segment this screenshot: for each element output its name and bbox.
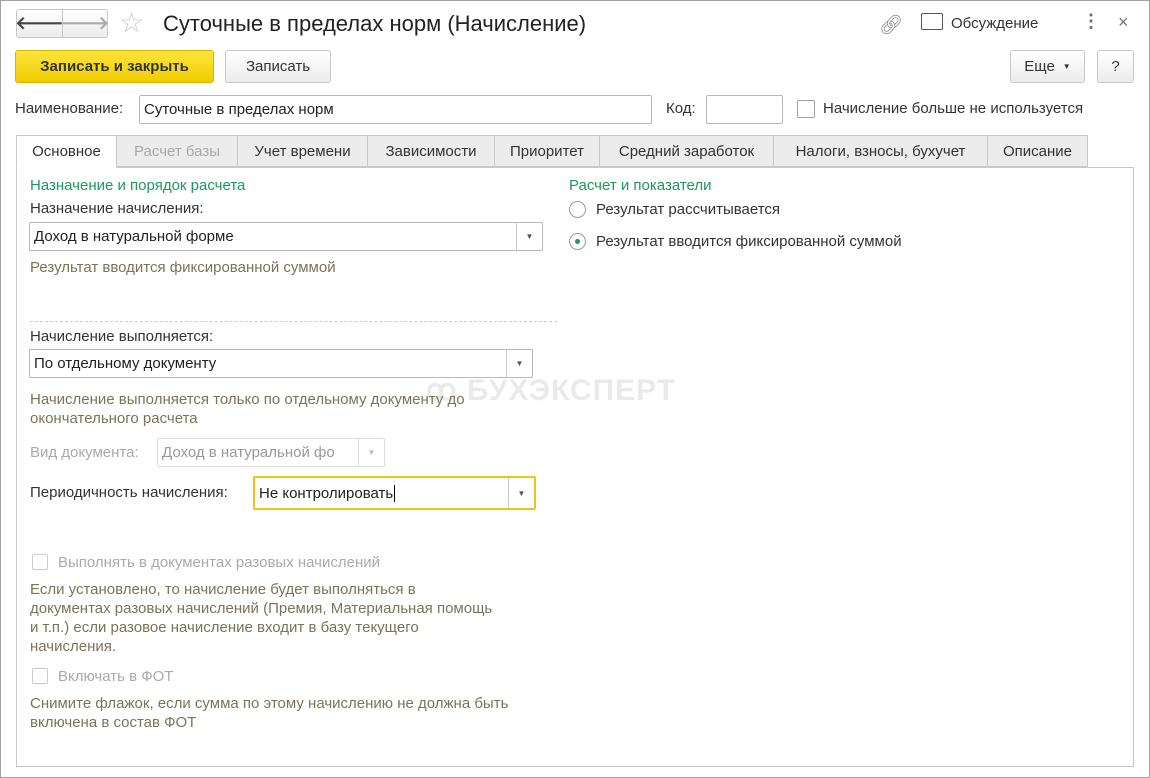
forward-button[interactable]: 🡒 bbox=[60, 9, 110, 38]
doc-kind-select: Доход в натуральной фо ▼ bbox=[157, 438, 385, 467]
more-button[interactable]: Еще ▼ bbox=[1010, 50, 1085, 83]
radio-fixed[interactable] bbox=[569, 233, 586, 250]
fot-hint: Снимите флажок, если сумма по этому начи… bbox=[30, 695, 509, 731]
discussion-icon[interactable] bbox=[921, 13, 943, 30]
radio-calculated[interactable] bbox=[569, 201, 586, 218]
purpose-label: Назначение начисления: bbox=[30, 200, 204, 217]
star-icon[interactable]: ☆ bbox=[119, 6, 144, 39]
dropdown-arrow-icon[interactable]: ▼ bbox=[508, 478, 534, 508]
dropdown-arrow-icon[interactable]: ▼ bbox=[506, 350, 532, 377]
tab-base-calc[interactable]: Расчет базы bbox=[116, 135, 238, 167]
executed-hint: Начисление выполняется только по отдельн… bbox=[30, 391, 465, 427]
chevron-down-icon: ▼ bbox=[1062, 62, 1071, 71]
doc-kind-label: Вид документа: bbox=[30, 444, 139, 461]
back-button[interactable]: 🡐 bbox=[15, 9, 64, 38]
fot-label: Включать в ФОТ bbox=[58, 668, 174, 685]
tab-dependencies[interactable]: Зависимости bbox=[367, 135, 495, 167]
fot-checkbox[interactable] bbox=[32, 668, 48, 684]
tab-panel bbox=[16, 167, 1134, 767]
separator bbox=[30, 321, 557, 322]
onetime-checkbox[interactable] bbox=[32, 554, 48, 570]
onetime-label: Выполнять в документах разовых начислени… bbox=[58, 554, 380, 571]
unused-checkbox[interactable] bbox=[797, 100, 815, 118]
more-label: Еще bbox=[1024, 58, 1055, 75]
section-title-purpose: Назначение и порядок расчета bbox=[30, 177, 246, 194]
tab-time[interactable]: Учет времени bbox=[237, 135, 368, 167]
tab-description[interactable]: Описание bbox=[987, 135, 1088, 167]
unused-label: Начисление больше не используется bbox=[823, 100, 1084, 117]
code-input[interactable] bbox=[706, 95, 783, 124]
name-label: Наименование: bbox=[15, 100, 124, 117]
purpose-select[interactable]: Доход в натуральной форме ▼ bbox=[29, 222, 543, 251]
executed-select[interactable]: По отдельному документу ▼ bbox=[29, 349, 533, 378]
tab-priority[interactable]: Приоритет bbox=[494, 135, 600, 167]
radio-fixed-label: Результат вводится фиксированной суммой bbox=[596, 233, 902, 250]
arrow-left-icon: 🡐 bbox=[15, 13, 64, 33]
more-vert-icon[interactable]: ⋮ bbox=[1082, 11, 1100, 32]
form-window: 🡐 🡒 ☆ Суточные в пределах норм (Начислен… bbox=[0, 0, 1150, 778]
purpose-hint: Результат вводится фиксированной суммой bbox=[30, 259, 336, 276]
tab-average-earnings[interactable]: Средний заработок bbox=[599, 135, 774, 167]
page-title: Суточные в пределах норм (Начисление) bbox=[163, 11, 587, 36]
tab-main[interactable]: Основное bbox=[16, 135, 117, 168]
period-select[interactable]: Не контролировать ▼ bbox=[253, 476, 536, 510]
doc-kind-value: Доход в натуральной фо bbox=[162, 444, 335, 461]
help-button[interactable]: ? bbox=[1097, 50, 1134, 83]
close-icon[interactable]: × bbox=[1118, 12, 1129, 33]
onetime-hint: Если установлено, то начисление будет вы… bbox=[30, 581, 493, 655]
save-button[interactable]: Записать bbox=[225, 50, 331, 83]
radio-calculated-label: Результат рассчитывается bbox=[596, 201, 781, 218]
executed-value: По отдельному документу bbox=[34, 355, 217, 372]
purpose-value: Доход в натуральной форме bbox=[34, 228, 234, 245]
link-icon[interactable]: 🔗︎ bbox=[879, 13, 903, 37]
tab-taxes[interactable]: Налоги, взносы, бухучет bbox=[773, 135, 988, 167]
dropdown-arrow-icon: ▼ bbox=[358, 439, 384, 466]
save-and-close-button[interactable]: Записать и закрыть bbox=[15, 50, 214, 83]
period-label: Периодичность начисления: bbox=[30, 484, 228, 501]
executed-label: Начисление выполняется: bbox=[30, 328, 214, 345]
discussion-link[interactable]: Обсуждение bbox=[951, 15, 1038, 32]
arrow-right-icon: 🡒 bbox=[60, 13, 110, 33]
period-value: Не контролировать bbox=[259, 484, 396, 502]
name-input[interactable]: Суточные в пределах норм bbox=[139, 95, 652, 124]
section-title-calc: Расчет и показатели bbox=[569, 177, 712, 194]
code-label: Код: bbox=[666, 100, 696, 117]
dropdown-arrow-icon[interactable]: ▼ bbox=[516, 223, 542, 250]
